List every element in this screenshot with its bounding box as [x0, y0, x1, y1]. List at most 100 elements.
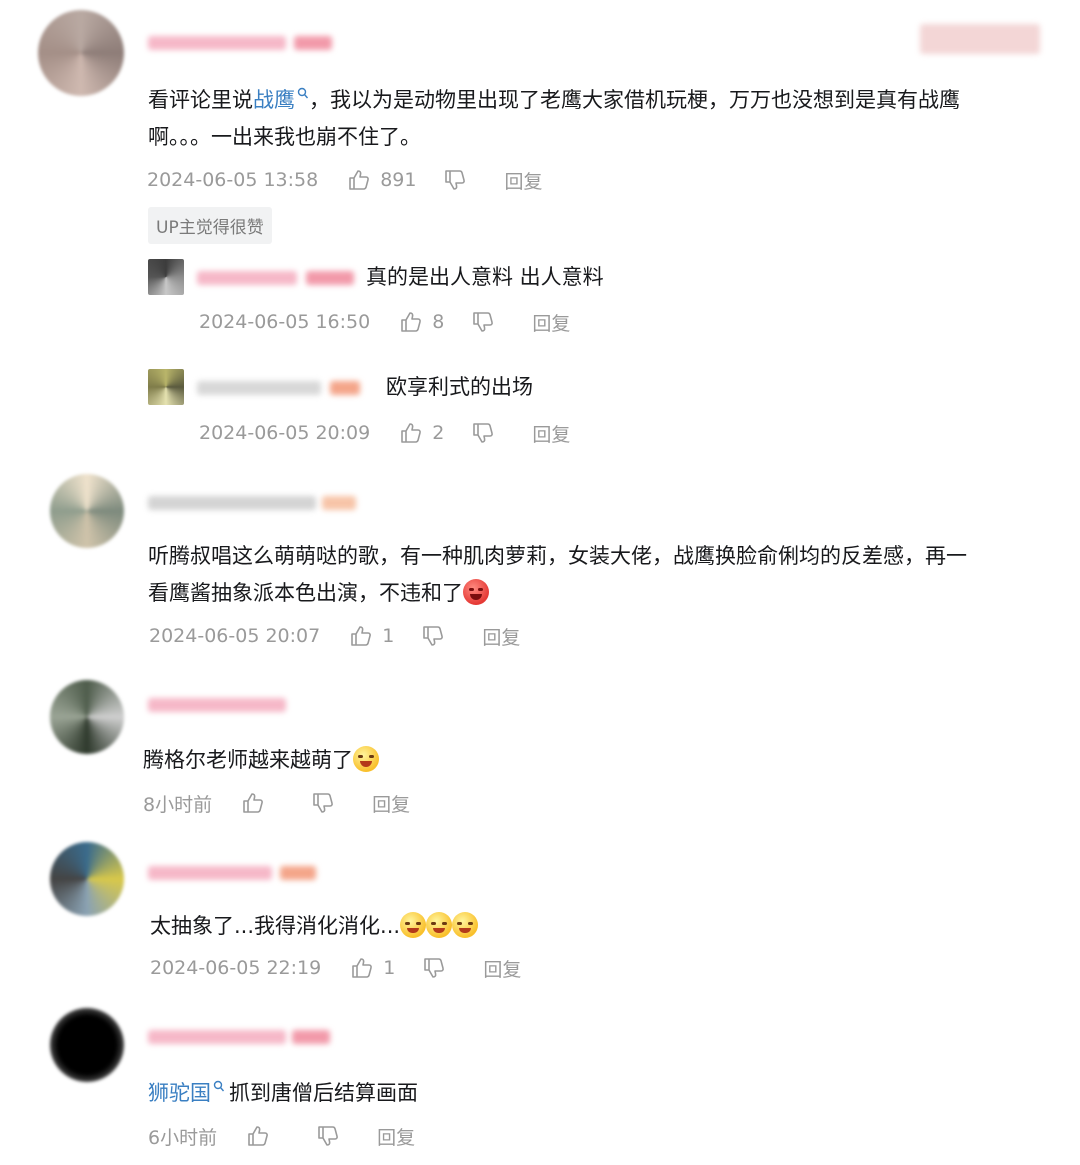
user-level-badge-blurred — [330, 381, 360, 395]
heart-eyes-emoji — [463, 579, 489, 605]
top-right-blurred — [920, 24, 1040, 54]
username-blurred[interactable] — [148, 496, 316, 510]
like-count: 2 — [432, 422, 445, 444]
thumbs-up-icon — [351, 626, 372, 646]
like-button[interactable]: 891 — [348, 169, 416, 191]
comment-text-part: 腾格尔老师越来越萌了 — [143, 748, 353, 772]
avatar[interactable] — [38, 10, 124, 96]
reply-text: 真的是出人意料 出人意料 — [366, 265, 604, 289]
comment-meta: 2024-06-05 20:07 1 回复 — [149, 623, 520, 649]
search-icon — [213, 1080, 225, 1092]
comment-meta: 2024-06-05 13:58 891 回复 — [147, 167, 543, 193]
search-keyword-link[interactable]: 狮驼国 — [148, 1080, 229, 1105]
comment-text-part: ，我以为是动物里出现了老鹰大家借机玩梗，万万也没想到是真有战鹰 — [309, 88, 960, 112]
comment-text-part: 抓到唐僧后结算画面 — [229, 1081, 418, 1105]
dislike-button[interactable] — [423, 957, 445, 979]
reply-button[interactable]: 回复 — [482, 623, 520, 650]
thumbs-down-icon — [313, 793, 334, 813]
avatar[interactable] — [50, 680, 124, 754]
reply-button[interactable]: 回复 — [483, 955, 521, 982]
username-blurred[interactable] — [197, 271, 297, 285]
username-blurred[interactable] — [148, 1030, 286, 1044]
like-button[interactable]: 1 — [351, 957, 395, 979]
crying-emoji — [426, 912, 453, 938]
like-button[interactable]: 2 — [400, 422, 444, 444]
like-button[interactable] — [242, 792, 284, 814]
thumbs-down-icon — [424, 958, 445, 978]
like-button[interactable] — [247, 1125, 289, 1147]
comment-date: 2024-06-05 20:07 — [149, 625, 321, 647]
thumbs-down-icon — [423, 626, 444, 646]
reply-meta: 2024-06-05 20:09 2 回复 — [199, 420, 570, 446]
laughing-tears-emoji — [353, 746, 379, 772]
thumbs-down-icon — [445, 170, 466, 190]
thumbs-up-icon — [401, 423, 422, 443]
comment-text-line2: 啊。。。一出来我也崩不住了。 — [148, 125, 421, 149]
comment-text: 太抽象了...我得消化消化... — [150, 908, 479, 945]
reply-button[interactable]: 回复 — [532, 420, 570, 447]
avatar[interactable] — [50, 474, 124, 548]
thumbs-up-icon — [243, 793, 264, 813]
comment-text-part: 看鹰酱抽象派本色出演，不违和了 — [148, 581, 463, 605]
avatar[interactable] — [148, 369, 184, 405]
thumbs-up-icon — [352, 958, 373, 978]
comment-text: 看评论里说战鹰 ，我以为是动物里出现了老鹰大家借机玩梗，万万也没想到是真有战鹰 — [148, 82, 960, 119]
comment-text: 腾格尔老师越来越萌了 — [143, 742, 379, 779]
comment-meta: 2024-06-05 22:19 1 回复 — [150, 955, 521, 981]
username-blurred[interactable] — [148, 36, 286, 50]
reply-button[interactable]: 回复 — [372, 790, 410, 817]
thumbs-up-icon — [349, 170, 370, 190]
like-count: 1 — [383, 957, 396, 979]
thumbs-up-icon — [401, 312, 422, 332]
dislike-button[interactable] — [472, 422, 494, 444]
thumbs-down-icon — [473, 312, 494, 332]
reply-button[interactable]: 回复 — [377, 1123, 415, 1150]
thumbs-down-icon — [318, 1126, 339, 1146]
search-keyword-link[interactable]: 战鹰 — [253, 87, 309, 112]
like-count: 891 — [380, 169, 417, 191]
reply-text: 欧享利式的出场 — [386, 375, 533, 399]
comment-date: 6小时前 — [148, 1126, 218, 1149]
dislike-button[interactable] — [422, 625, 444, 647]
reply-button[interactable]: 回复 — [504, 167, 542, 194]
reply-date: 2024-06-05 16:50 — [199, 311, 371, 333]
search-icon — [297, 87, 309, 99]
dislike-button[interactable] — [317, 1125, 339, 1147]
crying-emoji — [400, 912, 427, 938]
up-liked-badge: UP主觉得很赞 — [148, 207, 272, 244]
dislike-button[interactable] — [444, 169, 466, 191]
reply-button[interactable]: 回复 — [532, 309, 570, 336]
dislike-button[interactable] — [472, 311, 494, 333]
like-button[interactable]: 1 — [350, 625, 394, 647]
avatar[interactable] — [50, 842, 124, 916]
thumbs-down-icon — [473, 423, 494, 443]
comment-date: 2024-06-05 13:58 — [147, 169, 319, 191]
like-button[interactable]: 8 — [400, 311, 444, 333]
comment-date: 8小时前 — [143, 793, 213, 816]
dislike-button[interactable] — [312, 792, 334, 814]
username-blurred[interactable] — [148, 866, 272, 880]
comment-text-line2: 看鹰酱抽象派本色出演，不违和了 — [148, 575, 489, 612]
comment-text-part: 看评论里说 — [148, 88, 253, 112]
crying-emoji — [452, 912, 479, 938]
user-level-badge-blurred — [322, 496, 356, 510]
user-level-badge-blurred — [306, 271, 354, 285]
like-count: 1 — [382, 625, 395, 647]
username-blurred[interactable] — [197, 381, 321, 395]
avatar[interactable] — [148, 259, 184, 295]
reply-meta: 2024-06-05 16:50 8 回复 — [199, 309, 570, 335]
username-blurred[interactable] — [148, 698, 286, 712]
reply-date: 2024-06-05 20:09 — [199, 422, 371, 444]
user-level-badge-blurred — [294, 36, 332, 50]
comment-meta: 6小时前 回复 — [148, 1123, 415, 1149]
comment-text: 听腾叔唱这么萌萌哒的歌，有一种肌肉萝莉，女装大佬，战鹰换脸俞俐均的反差感，再一 — [148, 544, 967, 568]
comment-date: 2024-06-05 22:19 — [150, 957, 322, 979]
keyword-label: 战鹰 — [253, 88, 295, 112]
user-level-badge-blurred — [280, 866, 316, 880]
like-count: 8 — [432, 311, 445, 333]
avatar[interactable] — [50, 1008, 124, 1082]
comment-text-part: 太抽象了...我得消化消化... — [150, 914, 401, 938]
user-level-badge-blurred — [292, 1030, 330, 1044]
comment-text: 狮驼国 抓到唐僧后结算画面 — [148, 1075, 418, 1112]
keyword-label: 狮驼国 — [148, 1081, 211, 1105]
